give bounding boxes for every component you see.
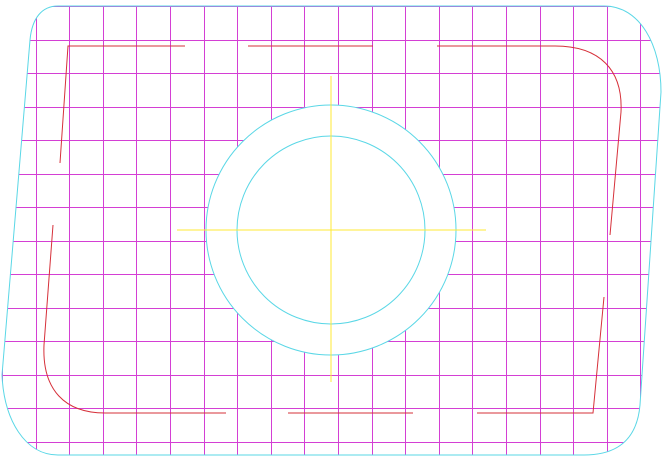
cad-canvas[interactable]	[0, 0, 670, 460]
cad-drawing-svg[interactable]	[0, 0, 670, 460]
